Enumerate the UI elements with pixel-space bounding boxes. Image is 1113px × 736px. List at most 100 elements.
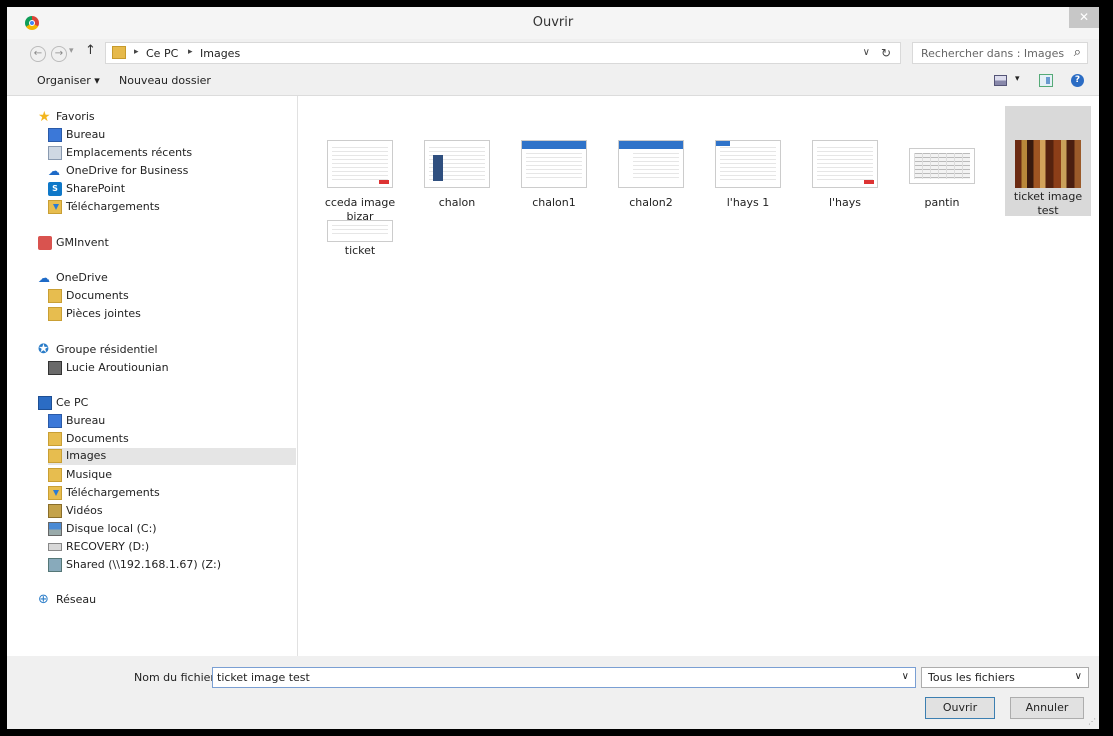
folder-icon <box>48 289 62 303</box>
file-thumbnail <box>521 140 587 188</box>
sidebar-item-pc-downloads[interactable]: Téléchargements <box>48 485 288 502</box>
file-thumbnail <box>424 140 490 188</box>
sidebar-item-attachments[interactable]: Pièces jointes <box>48 306 288 323</box>
sidebar-item-sharepoint[interactable]: S SharePoint <box>48 181 288 198</box>
up-arrow-icon[interactable]: ↑ <box>85 43 96 58</box>
sidebar-item-onedrive[interactable]: ☁ OneDrive <box>38 270 288 287</box>
videos-folder-icon <box>48 504 62 518</box>
sidebar-item-homegroup[interactable]: ✪ Groupe résidentiel <box>38 342 288 359</box>
folder-icon <box>48 307 62 321</box>
file-item[interactable]: pantin <box>896 104 988 214</box>
change-view-icon[interactable] <box>994 75 1007 86</box>
file-item[interactable]: l'hays 1 <box>702 104 794 214</box>
filename-value[interactable]: ticket image test <box>217 671 310 684</box>
file-name: chalon1 <box>532 196 576 209</box>
file-item[interactable]: ticket image test <box>1005 106 1091 217</box>
pictures-folder-icon <box>48 449 62 463</box>
file-name: l'hays <box>828 196 862 209</box>
sidebar-item-local-disk[interactable]: Disque local (C:) <box>48 521 288 538</box>
recent-places-icon <box>48 146 62 160</box>
cloud-icon: ☁ <box>48 164 60 178</box>
file-list: cceda image bizar chalon chalon1 chalon2… <box>298 96 1099 656</box>
network-drive-icon <box>48 558 62 572</box>
file-name: chalon2 <box>629 196 673 209</box>
recent-locations-dropdown-icon[interactable]: ▾ <box>69 46 74 56</box>
navigation-pane: ★ Favoris Bureau Emplacements récents ☁ On… <box>7 96 298 656</box>
organise-button[interactable]: Organiser ▾ <box>37 74 100 87</box>
close-button[interactable]: ✕ <box>1069 7 1099 28</box>
resize-grip-icon[interactable]: ⋰ <box>1088 717 1096 726</box>
file-name: l'hays 1 <box>726 196 770 209</box>
desktop-icon <box>48 414 62 428</box>
sidebar-item-music[interactable]: Musique <box>48 467 288 484</box>
sidebar-item-recent-places[interactable]: Emplacements récents <box>48 145 288 162</box>
file-type-select[interactable]: Tous les fichiers ∨ <box>921 667 1089 688</box>
breadcrumb-separator-icon: ▸ <box>188 47 193 57</box>
forward-icon[interactable]: → <box>51 46 67 62</box>
homegroup-icon: ✪ <box>38 342 49 357</box>
sidebar-item-pc-desktop[interactable]: Bureau <box>48 413 288 430</box>
file-name: chalon <box>438 196 476 209</box>
back-icon[interactable]: ← <box>30 46 46 62</box>
search-input[interactable]: Rechercher dans : Images <box>921 47 1064 60</box>
address-bar[interactable]: ▸ Ce PC ▸ Images ∨ ↻ <box>105 42 901 64</box>
sidebar-item-onedrive-documents[interactable]: Documents <box>48 288 288 305</box>
file-thumbnail <box>327 220 393 242</box>
sidebar-item-user[interactable]: Lucie Aroutiounian <box>48 360 288 377</box>
preview-pane-icon[interactable] <box>1039 74 1053 87</box>
help-icon[interactable]: ? <box>1071 74 1084 87</box>
breadcrumb-ce-pc[interactable]: Ce PC <box>146 47 178 60</box>
address-row: ← → ▾ ↑ ▸ Ce PC ▸ Images ∨ ↻ Rechercher … <box>7 41 1099 67</box>
search-box[interactable]: Rechercher dans : Images ⌕ <box>912 42 1088 64</box>
sidebar-item-network[interactable]: ⊕ Réseau <box>38 592 288 609</box>
search-icon[interactable]: ⌕ <box>1074 45 1081 60</box>
star-icon: ★ <box>38 109 51 125</box>
filename-input[interactable]: ticket image test ∨ <box>212 667 916 688</box>
sidebar-item-downloads[interactable]: Téléchargements <box>48 199 288 216</box>
local-disk-icon <box>48 522 62 536</box>
file-name: ticket <box>344 244 376 257</box>
new-folder-button[interactable]: Nouveau dossier <box>119 74 211 87</box>
file-item[interactable]: chalon2 <box>605 104 697 214</box>
download-folder-icon <box>48 486 62 500</box>
file-thumbnail <box>812 140 878 188</box>
window-title: Ouvrir <box>532 15 574 30</box>
chevron-down-icon[interactable]: ∨ <box>1075 671 1082 682</box>
pictures-folder-icon <box>112 46 126 59</box>
user-icon <box>48 361 62 375</box>
file-thumbnail <box>327 140 393 188</box>
file-item[interactable]: chalon1 <box>508 104 600 214</box>
breadcrumb-images[interactable]: Images <box>200 47 240 60</box>
file-thumbnail <box>1015 140 1081 188</box>
sidebar-item-favoris[interactable]: ★ Favoris <box>38 109 288 126</box>
title-bar: Ouvrir ✕ <box>7 7 1099 39</box>
file-item[interactable]: l'hays <box>799 104 891 214</box>
chevron-down-icon[interactable]: ∨ <box>902 671 909 682</box>
open-button[interactable]: Ouvrir <box>925 697 995 719</box>
file-item[interactable]: chalon <box>411 104 503 214</box>
sidebar-item-recovery[interactable]: RECOVERY (D:) <box>48 539 288 556</box>
refresh-icon[interactable]: ↻ <box>881 46 891 60</box>
sidebar-item-images[interactable]: Images <box>48 448 296 465</box>
cancel-button[interactable]: Annuler <box>1010 697 1084 719</box>
filename-label: Nom du fichier : <box>134 671 223 684</box>
file-thumbnail <box>715 140 781 188</box>
network-icon: ⊕ <box>38 592 49 607</box>
computer-icon <box>38 396 52 410</box>
documents-folder-icon <box>48 432 62 446</box>
sidebar-item-shared-drive[interactable]: Shared (\\192.168.1.67) (Z:) <box>48 557 288 574</box>
music-folder-icon <box>48 468 62 482</box>
download-folder-icon <box>48 200 62 214</box>
sidebar-item-gminvent[interactable]: GMInvent <box>38 235 288 252</box>
command-bar: Organiser ▾ Nouveau dossier ▾ ? <box>7 67 1099 96</box>
sidebar-item-pc-documents[interactable]: Documents <box>48 431 288 448</box>
view-options-dropdown-icon[interactable]: ▾ <box>1015 74 1020 84</box>
file-type-value: Tous les fichiers <box>928 671 1015 684</box>
file-item[interactable]: ticket <box>314 192 406 302</box>
open-file-dialog: Ouvrir ✕ ← → ▾ ↑ ▸ Ce PC ▸ Images ∨ ↻ Re… <box>7 7 1099 729</box>
sidebar-item-bureau[interactable]: Bureau <box>48 127 288 144</box>
sidebar-item-this-pc[interactable]: Ce PC <box>38 395 288 412</box>
sidebar-item-onedrive-business[interactable]: ☁ OneDrive for Business <box>48 163 288 180</box>
address-dropdown-icon[interactable]: ∨ <box>863 47 870 58</box>
sidebar-item-videos[interactable]: Vidéos <box>48 503 288 520</box>
